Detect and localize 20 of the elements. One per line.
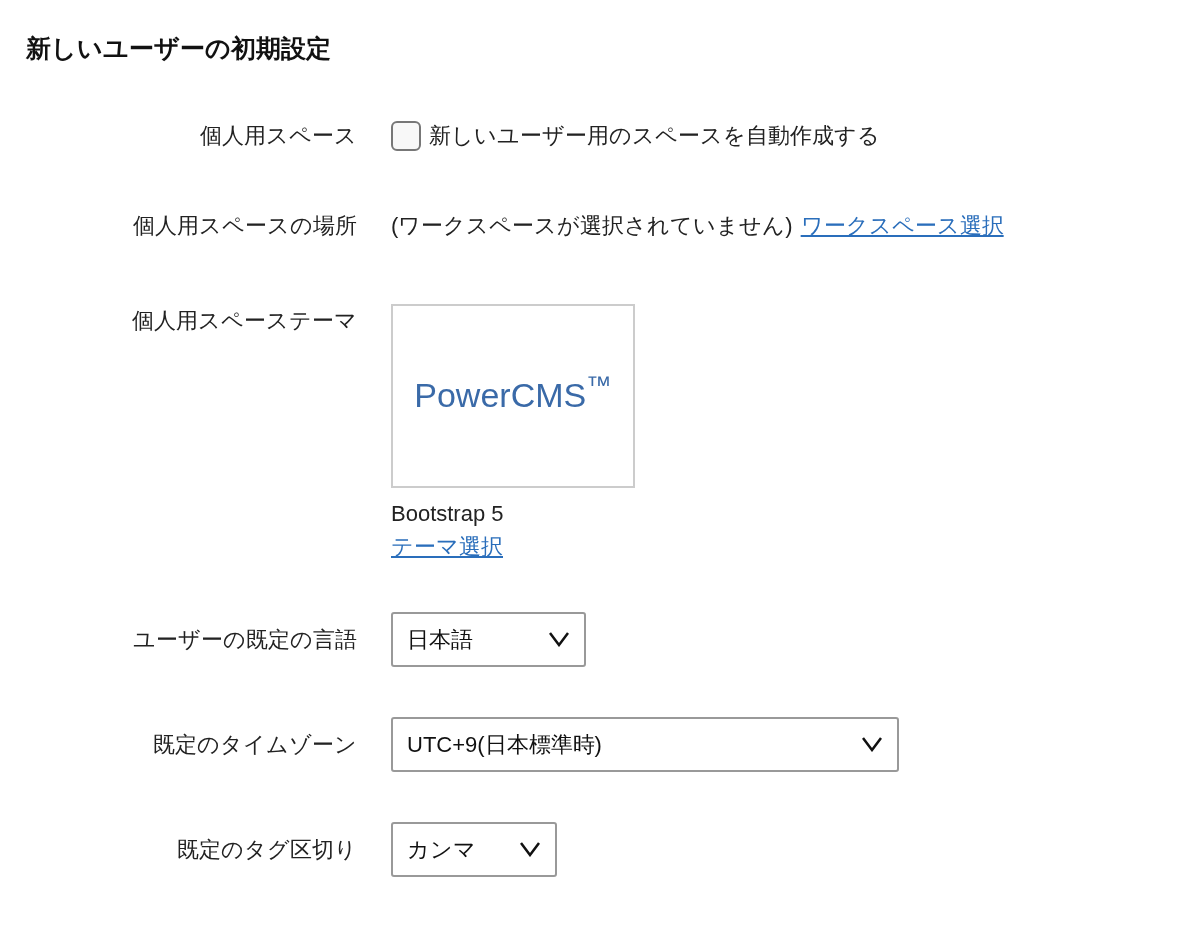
select-workspace-link[interactable]: ワークスペース選択 [800,209,1004,242]
checkbox[interactable] [391,120,421,151]
field-label: 個人用スペース [200,122,357,150]
theme-logo: PowerCMS$^{™}$ [414,370,612,416]
caret-icon [861,736,883,752]
workspace-status: (ワークスペースが選択されていません) [391,212,793,240]
page-title: 新しいユーザーの初期設定 [26,33,332,64]
field-label: 既定のタグ区切り [177,835,357,864]
field-label: 既定のタイムゾーン [153,730,357,759]
checkbox-label: 新しいユーザー用のスペースを自動作成する [429,122,880,150]
dropdown[interactable]: UTC+9(日本標準時) [391,716,899,772]
field-label: 個人用スペーステーマ [132,306,357,335]
caret-icon [519,841,541,857]
field-label: ユーザーの既定の言語 [133,625,357,654]
dropdown[interactable]: カンマ [391,821,557,877]
dropdown[interactable]: 日本語 [391,611,586,667]
theme-name: Bootstrap 5 [391,499,504,528]
select-theme-link[interactable]: テーマ選択 [391,529,503,564]
field-label: 個人用スペースの場所 [133,212,357,240]
caret-icon [548,631,570,647]
